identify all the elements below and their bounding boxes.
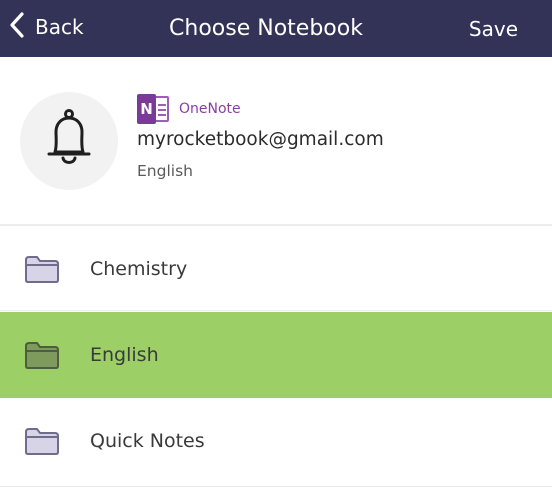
notebook-item-quick-notes[interactable]: Quick Notes <box>0 398 552 484</box>
folder-icon <box>24 254 60 284</box>
folder-icon <box>24 340 60 370</box>
chevron-left-icon <box>8 11 26 43</box>
divider <box>0 486 552 487</box>
avatar <box>20 92 118 190</box>
back-button[interactable]: Back <box>8 10 84 44</box>
notebook-item-label: Quick Notes <box>90 430 205 452</box>
divider <box>0 310 552 311</box>
page-title: Choose Notebook <box>169 16 363 41</box>
notebook-item-english[interactable]: English <box>0 312 552 398</box>
notebook-item-chemistry[interactable]: Chemistry <box>0 226 552 312</box>
onenote-logo-icon: N <box>137 94 171 124</box>
account-email: myrocketbook@gmail.com <box>137 129 384 150</box>
account-header: N OneNote myrocketbook@gmail.com English <box>0 57 552 224</box>
choose-notebook-screen: Back Choose Notebook Save N OneNote myro… <box>0 0 552 496</box>
save-button[interactable]: Save <box>469 0 518 57</box>
notebook-item-label: Chemistry <box>90 258 188 280</box>
back-label: Back <box>35 15 84 39</box>
service-name: OneNote <box>179 101 241 117</box>
folder-icon <box>24 426 60 456</box>
current-notebook-label: English <box>137 162 193 180</box>
navigation-bar: Back Choose Notebook Save <box>0 0 552 57</box>
service-row: N OneNote <box>137 94 241 124</box>
notebook-item-label: English <box>90 344 159 366</box>
bell-icon <box>43 108 95 174</box>
